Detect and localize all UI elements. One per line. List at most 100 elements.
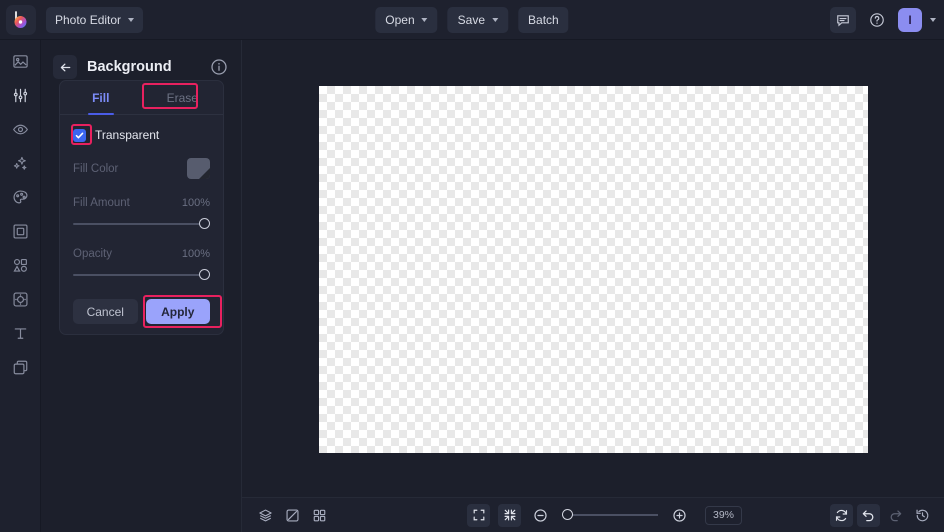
history-icon: [915, 508, 930, 523]
sidebar-item-image[interactable]: [6, 50, 34, 72]
cancel-button[interactable]: Cancel: [73, 299, 138, 324]
grid-icon: [312, 508, 327, 523]
layers-stack-icon: [12, 359, 29, 376]
grid-button[interactable]: [308, 504, 331, 527]
undo-icon: [861, 508, 876, 523]
slider-handle[interactable]: [199, 218, 210, 229]
layers-button[interactable]: [254, 504, 277, 527]
image-canvas-transparent[interactable]: [319, 86, 868, 453]
fill-amount-slider[interactable]: [73, 218, 210, 230]
layers-icon: [258, 508, 273, 523]
opacity-slider[interactable]: [73, 269, 210, 281]
bottom-left-tools: [254, 504, 331, 527]
zoom-in-icon: [672, 508, 687, 523]
zoom-out-button[interactable]: [529, 504, 552, 527]
chevron-down-icon: [492, 18, 498, 22]
batch-button[interactable]: Batch: [518, 7, 569, 33]
account-chevron-down-icon[interactable]: [930, 18, 936, 22]
fill-color-label: Fill Color: [73, 163, 118, 175]
fill-amount-value: 100%: [182, 197, 210, 209]
apply-button[interactable]: Apply: [146, 299, 211, 324]
page-title: Background: [87, 59, 200, 75]
fill-color-row: Fill Color: [60, 158, 223, 179]
avatar-initial: I: [908, 13, 911, 27]
sidebar-item-frame[interactable]: [6, 220, 34, 242]
shrink-button[interactable]: [498, 504, 521, 527]
side-panel: Background Fill Erase Transparent: [41, 40, 242, 532]
open-button[interactable]: Open: [375, 7, 437, 33]
check-icon: [75, 131, 84, 140]
text-icon: [12, 325, 29, 342]
zoom-in-button[interactable]: [668, 504, 691, 527]
chevron-down-icon: [128, 18, 134, 22]
sidebar-item-ai[interactable]: [6, 152, 34, 174]
sidebar-item-retouch[interactable]: [6, 118, 34, 140]
canvas-stage[interactable]: [242, 40, 944, 497]
fill-color-swatch[interactable]: [187, 158, 210, 179]
zoom-slider-handle[interactable]: [562, 509, 573, 520]
transparent-row: Transparent: [60, 128, 223, 142]
fill-amount-label: Fill Amount: [73, 197, 130, 209]
sparkles-ai-icon: [12, 155, 29, 172]
app-menu-label: Photo Editor: [55, 13, 121, 27]
top-center-actions: Open Save Batch: [375, 7, 568, 33]
effects-icon: [12, 291, 29, 308]
info-circle-icon[interactable]: [210, 58, 228, 76]
sidebar-item-text[interactable]: [6, 322, 34, 344]
panel-actions: Cancel Apply: [60, 299, 223, 324]
sidebar-item-adjust[interactable]: [6, 84, 34, 106]
fit-screen-icon: [472, 508, 486, 522]
opacity-value: 100%: [182, 248, 210, 260]
history-button[interactable]: [911, 504, 934, 527]
slider-track: [73, 274, 210, 276]
redo-button[interactable]: [884, 504, 907, 527]
bottom-bar: 39%: [242, 497, 944, 532]
reset-button[interactable]: [830, 504, 853, 527]
app-menu-button[interactable]: Photo Editor: [46, 7, 143, 33]
batch-label: Batch: [528, 13, 559, 27]
frame-icon: [12, 223, 29, 240]
undo-button[interactable]: [857, 504, 880, 527]
compare-button[interactable]: [281, 504, 304, 527]
color-wheel-logo-icon: [11, 10, 31, 30]
tab-erase-label: Erase: [167, 91, 198, 105]
reset-icon: [834, 508, 849, 523]
sidebar-item-color[interactable]: [6, 186, 34, 208]
eye-retouch-icon: [12, 121, 29, 138]
zoom-slider-track: [562, 514, 658, 516]
transparent-label: Transparent: [95, 128, 159, 142]
sidebar-item-layers[interactable]: [6, 356, 34, 378]
tab-fill[interactable]: Fill: [60, 81, 142, 114]
help-button[interactable]: [864, 7, 890, 33]
chevron-down-icon: [422, 18, 428, 22]
slider-track: [73, 223, 210, 225]
tab-fill-label: Fill: [92, 91, 109, 105]
cancel-label: Cancel: [87, 305, 124, 319]
chat-button[interactable]: [830, 7, 856, 33]
sidebar-item-shapes[interactable]: [6, 254, 34, 276]
app-logo[interactable]: [6, 5, 36, 35]
transparent-checkbox[interactable]: [73, 129, 86, 142]
help-circle-icon: [869, 12, 885, 28]
fit-screen-button[interactable]: [467, 504, 490, 527]
compare-split-icon: [285, 508, 300, 523]
sidebar-item-effects[interactable]: [6, 288, 34, 310]
opacity-row: Opacity 100%: [60, 248, 223, 260]
arrow-left-icon: [59, 61, 72, 74]
top-right-actions: I: [830, 7, 936, 33]
apply-label: Apply: [161, 305, 194, 319]
save-button[interactable]: Save: [448, 7, 508, 33]
zoom-controls: 39%: [467, 504, 742, 527]
tab-erase[interactable]: Erase: [142, 81, 224, 114]
redo-icon: [888, 508, 903, 523]
save-label: Save: [458, 13, 485, 27]
palette-icon: [12, 189, 29, 206]
avatar[interactable]: I: [898, 8, 922, 32]
opacity-label: Opacity: [73, 248, 112, 260]
slider-handle[interactable]: [199, 269, 210, 280]
zoom-level-value[interactable]: 39%: [705, 506, 742, 525]
chat-icon: [836, 13, 850, 27]
zoom-slider[interactable]: [562, 509, 658, 521]
panel-back-button[interactable]: [53, 55, 77, 79]
fill-amount-row: Fill Amount 100%: [60, 197, 223, 209]
